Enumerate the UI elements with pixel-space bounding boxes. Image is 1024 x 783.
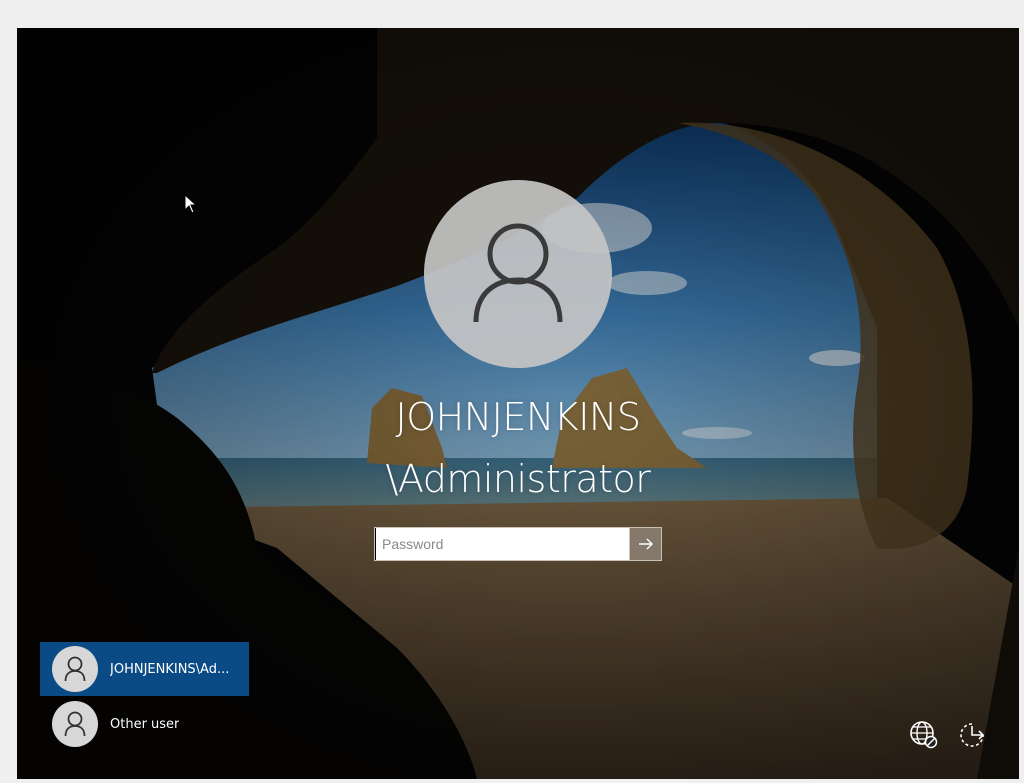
user-tile-other-user[interactable]: Other user [40,697,249,751]
ease-of-access-icon [960,723,985,747]
user-avatar-large [424,180,612,368]
user-tile-label: Other user [110,716,180,732]
network-button[interactable] [907,718,941,752]
user-tile-administrator[interactable]: JOHNJENKINS\Ad... [40,642,249,696]
user-tile-label: JOHNJENKINS\Ad... [110,661,230,677]
person-icon [473,223,563,323]
avatar [52,701,98,747]
username-line1: JOHNJENKINS [395,395,641,439]
lock-screen: JOHNJENKINS \Administrator JOHNJENKINS\A… [17,28,1019,779]
ease-of-access-button[interactable] [955,718,989,752]
username-display: JOHNJENKINS \Administrator [267,386,769,510]
network-icon [910,721,938,749]
mouse-cursor-icon [184,193,198,218]
username-line2: \Administrator [385,457,651,501]
password-field-group [374,527,662,561]
person-icon [64,711,86,737]
submit-arrow-button[interactable] [629,528,661,560]
password-input[interactable] [375,528,629,560]
arrow-right-icon [638,538,653,550]
avatar [52,646,98,692]
person-icon [64,656,86,682]
